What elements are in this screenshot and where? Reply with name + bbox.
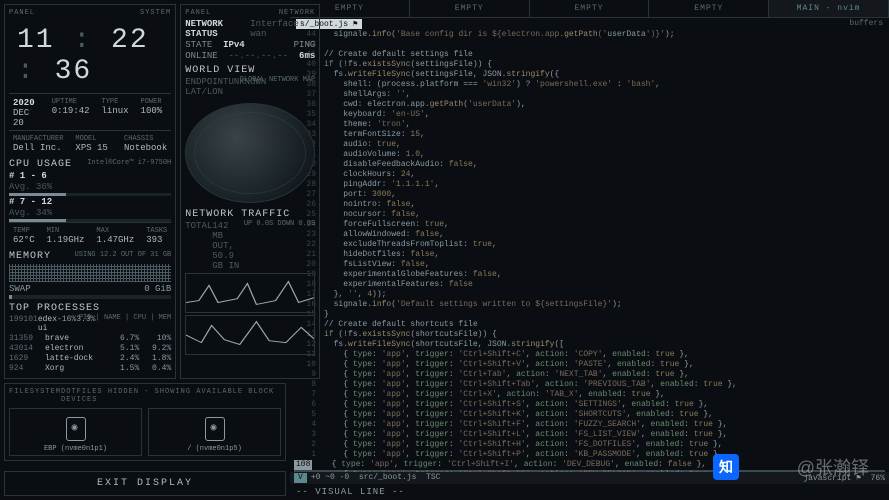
code-line[interactable]: 15}	[294, 310, 885, 320]
code-line[interactable]: 2 { type: 'app', trigger: 'Ctrl+Shift+H'…	[294, 440, 885, 450]
code-line[interactable]: 44 signale.info('Base config dir is ${el…	[294, 30, 885, 40]
network-chart	[185, 273, 315, 313]
code-line[interactable]: 33 termFontSize: 15,	[294, 130, 885, 140]
code-line[interactable]: 20 fsListView: false,	[294, 260, 885, 270]
visual-mode-indicator: -- VISUAL LINE --	[290, 484, 889, 500]
code-line[interactable]: 13if (!fs.existsSync(shortcutsFile)) {	[294, 330, 885, 340]
code-line[interactable]: 5 { type: 'app', trigger: 'Ctrl+Shift+K'…	[294, 410, 885, 420]
editor-tab[interactable]: EMPTY	[649, 0, 769, 17]
code-line[interactable]: 3 { type: 'app', trigger: 'Ctrl+Shift+L'…	[294, 430, 885, 440]
code-editor[interactable]: 44 signale.info('Base config dir is ${el…	[290, 30, 889, 472]
code-line[interactable]: 37 shellArgs: '',	[294, 90, 885, 100]
code-line[interactable]: 32 audio: true,	[294, 140, 885, 150]
drive-icon	[205, 417, 225, 441]
code-line[interactable]: 36 cwd: electron.app.getPath('userData')…	[294, 100, 885, 110]
code-line[interactable]: 21 hideDotfiles: false,	[294, 250, 885, 260]
code-line[interactable]: 24 forceFullscreen: true,	[294, 220, 885, 230]
exit-button[interactable]: EXIT DISPLAY	[4, 471, 286, 496]
code-line[interactable]: 31 audioVolume: 1.0,	[294, 150, 885, 160]
panel-label: PANEL	[9, 9, 35, 17]
process-row: 924Xorg 1.5%0.4%	[9, 364, 171, 373]
clock: 11 : 22 : 36	[9, 19, 171, 93]
code-line[interactable]: 7 { type: 'app', trigger: 'Ctrl+X', acti…	[294, 390, 885, 400]
code-line[interactable]: 34 theme: 'tron',	[294, 120, 885, 130]
code-line[interactable]: 108 { type: 'app', trigger: 'Ctrl+Shift+…	[294, 460, 885, 470]
code-line[interactable]: 27 port: 3000,	[294, 190, 885, 200]
code-line[interactable]: 14// Create default shortcuts file	[294, 320, 885, 330]
drive-icon	[66, 417, 86, 441]
code-line[interactable]: 1 { type: 'app', trigger: 'Ctrl+Shift+P'…	[294, 450, 885, 460]
code-line[interactable]: 17 }, '', 4));	[294, 290, 885, 300]
processes-title: TOP PROCESSES	[9, 303, 100, 314]
code-line[interactable]: 38 shell: (process.platform === 'win32')…	[294, 80, 885, 90]
code-line[interactable]: 8 { type: 'app', trigger: 'Ctrl+Shift+Ta…	[294, 380, 885, 390]
editor-tab[interactable]: EMPTY	[410, 0, 530, 17]
code-line[interactable]: 18 experimentalFeatures: false	[294, 280, 885, 290]
memory-graph	[9, 264, 171, 282]
code-line[interactable]: 40if (!fs.existsSync(settingsFile)) {	[294, 60, 885, 70]
process-row: 43014electron 5.1%9.2%	[9, 344, 171, 353]
code-line[interactable]: 9 { type: 'app', trigger: 'Ctrl+Tab', ac…	[294, 370, 885, 380]
editor-tab[interactable]: EMPTY	[530, 0, 650, 17]
status-bar: V +0 ~0 -0 src/_boot.js TSC javascript ⚑…	[290, 472, 889, 484]
code-line[interactable]: 29 clockHours: 24,	[294, 170, 885, 180]
code-line[interactable]: 26 nointro: false,	[294, 200, 885, 210]
code-line[interactable]: 22 excludeThreadsFromToplist: true,	[294, 240, 885, 250]
code-line[interactable]: 19 experimentalGlobeFeatures: false,	[294, 270, 885, 280]
code-line[interactable]: 11 { type: 'app', trigger: 'Ctrl+Shift+C…	[294, 350, 885, 360]
code-line[interactable]: 43	[294, 40, 885, 50]
code-line[interactable]: 16 signale.info('Default settings writte…	[294, 300, 885, 310]
code-line[interactable]: 6 { type: 'app', trigger: 'Ctrl+Shift+S'…	[294, 400, 885, 410]
process-row: 199101edex-ui 16%3.3%	[9, 315, 79, 333]
code-line[interactable]: 39 fs.writeFileSync(settingsFile, JSON.s…	[294, 70, 885, 80]
code-line[interactable]: 28 pingAddr: '1.1.1.1',	[294, 180, 885, 190]
code-line[interactable]: 25 nocursor: false,	[294, 210, 885, 220]
memory-title: MEMORY	[9, 251, 51, 262]
editor-tab[interactable]: MAIN - nvim	[769, 0, 889, 17]
drive-item[interactable]: / (nvme0n1p5)	[148, 408, 281, 456]
code-line[interactable]: 12 fs.writeFileSync(shortcutsFile, JSON.…	[294, 340, 885, 350]
process-row: 1629latte-dock 2.4%1.8%	[9, 354, 171, 363]
cpu-title: CPU USAGE	[9, 159, 72, 170]
globe-icon	[185, 103, 315, 203]
code-line[interactable]: 23 allowWindowed: false,	[294, 230, 885, 240]
code-line[interactable]: 4 { type: 'app', trigger: 'Ctrl+Shift+F'…	[294, 420, 885, 430]
drive-item[interactable]: EBP (nvme0n1p1)	[9, 408, 142, 456]
code-line[interactable]: 41// Create default settings file	[294, 50, 885, 60]
code-line[interactable]: 10 { type: 'app', trigger: 'Ctrl+Shift+V…	[294, 360, 885, 370]
code-line[interactable]: 35 keyboard: 'en-US',	[294, 110, 885, 120]
process-row: 31359brave 6.7%10%	[9, 334, 171, 343]
network-chart-2	[185, 315, 315, 355]
editor-tabs: EMPTYEMPTYEMPTYEMPTYMAIN - nvim	[290, 0, 889, 18]
code-line[interactable]: 30 disableFeedbackAudio: false,	[294, 160, 885, 170]
